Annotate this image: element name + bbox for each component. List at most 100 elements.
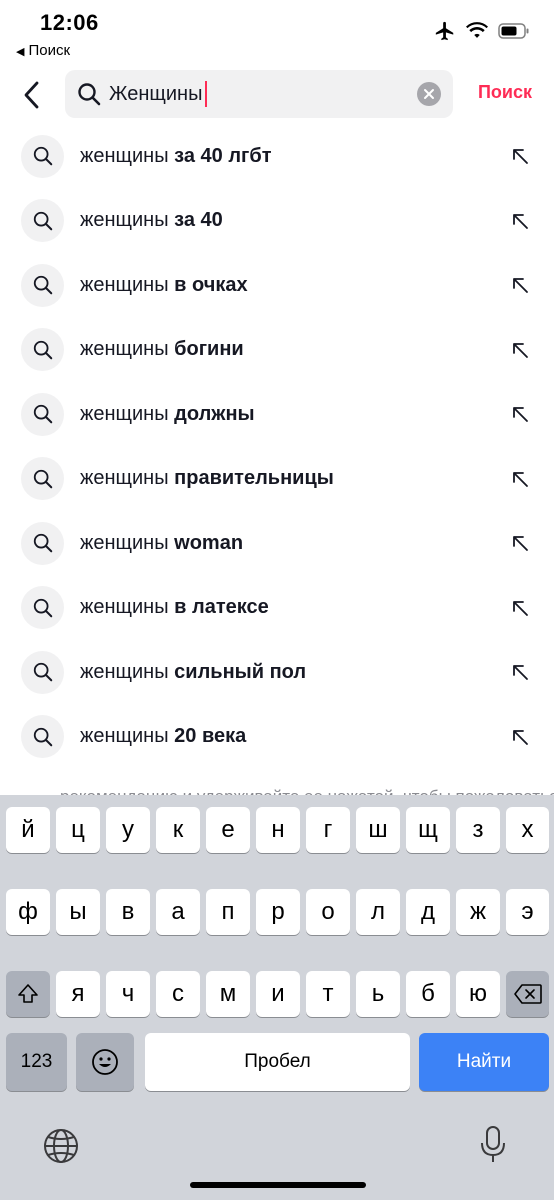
key[interactable]: и [256,971,300,1017]
key[interactable]: ч [106,971,150,1017]
suggestion-item[interactable]: женщины woman [0,511,554,576]
fill-query-arrow-icon[interactable] [508,209,532,233]
search-field[interactable]: Женщины [65,70,453,118]
wifi-icon [466,22,488,45]
search-header: Женщины Поиск [0,66,554,124]
suggestion-completion: богини [174,338,244,361]
key[interactable]: р [256,889,300,935]
suggestion-completion: сильный пол [174,660,307,683]
key[interactable]: о [306,889,350,935]
globe-icon[interactable] [42,1127,80,1170]
suggestion-item[interactable]: женщины сильный пол [0,640,554,705]
key[interactable]: з [456,807,500,853]
fill-query-arrow-icon[interactable] [508,596,532,620]
battery-icon [498,23,530,44]
close-icon [424,89,434,99]
fill-query-arrow-icon[interactable] [508,273,532,297]
numbers-key[interactable]: 123 [6,1033,67,1091]
suggestion-text: женщины за 40 [80,209,223,232]
key[interactable]: я [56,971,100,1017]
fill-query-arrow-icon[interactable] [508,725,532,749]
emoji-key[interactable] [76,1033,134,1091]
back-button[interactable] [14,76,50,114]
search-submit-button[interactable]: Поиск [478,82,532,103]
suggestion-text: женщины богини [80,338,244,361]
keyboard-bottom-bar [0,1125,554,1175]
search-icon [21,715,64,759]
key[interactable]: э [506,889,549,935]
clear-search-button[interactable] [417,82,441,106]
suggestion-item[interactable]: женщины богини [0,318,554,383]
suggestion-prefix: женщины [80,338,169,361]
key[interactable]: ы [56,889,100,935]
suggestion-list: женщины за 40 лгбт женщины за 40 женщины… [0,124,554,769]
key[interactable]: й [6,807,50,853]
search-input[interactable]: Женщины [109,78,208,110]
suggestion-item[interactable]: женщины в латексе [0,576,554,641]
key[interactable]: в [106,889,150,935]
key[interactable]: ц [56,807,100,853]
suggestion-completion: woman [174,531,244,554]
fill-query-arrow-icon[interactable] [508,660,532,684]
search-icon [21,650,64,694]
suggestion-completion: в очках [174,273,248,296]
key[interactable]: а [156,889,200,935]
key[interactable]: ю [456,971,500,1017]
suggestion-text: женщины за 40 лгбт [80,145,272,168]
home-indicator[interactable] [190,1182,366,1188]
key[interactable]: т [306,971,350,1017]
key[interactable]: д [406,889,450,935]
suggestion-completion: 20 века [174,725,247,748]
search-icon [21,521,64,565]
key[interactable]: ь [356,971,400,1017]
fill-query-arrow-icon[interactable] [508,338,532,362]
key[interactable]: у [106,807,150,853]
suggestion-prefix: женщины [80,273,169,296]
fill-query-arrow-icon[interactable] [508,467,532,491]
key[interactable]: х [506,807,549,853]
keyboard-row-1: й ц у к е н г ш щ з х [0,807,554,853]
key[interactable]: г [306,807,350,853]
search-icon [21,328,64,372]
suggestion-item[interactable]: женщины правительницы [0,447,554,512]
fill-query-arrow-icon[interactable] [508,402,532,426]
key[interactable]: ш [356,807,400,853]
key[interactable]: е [206,807,250,853]
key[interactable]: л [356,889,400,935]
backspace-key[interactable] [506,971,549,1017]
search-icon [21,134,64,178]
shift-key[interactable] [6,971,50,1017]
suggestion-item[interactable]: женщины должны [0,382,554,447]
key[interactable]: м [206,971,250,1017]
search-icon [21,263,64,307]
keyboard: й ц у к е н г ш щ з х ф ы в а п р о л д … [0,795,554,1200]
airplane-icon [434,20,456,47]
fill-query-arrow-icon[interactable] [508,531,532,555]
suggestion-text: женщины правительницы [80,467,334,490]
microphone-icon[interactable] [480,1125,506,1170]
suggestion-item[interactable]: женщины 20 века [0,705,554,770]
suggestion-text: женщины должны [80,403,255,426]
space-key[interactable]: Пробел [145,1033,410,1091]
status-back-link[interactable]: ◀ Поиск [16,42,70,59]
search-icon [21,457,64,501]
back-triangle-icon: ◀ [16,46,25,58]
suggestion-item[interactable]: женщины за 40 [0,189,554,254]
suggestion-completion: за 40 лгбт [174,144,272,167]
key[interactable]: п [206,889,250,935]
key[interactable]: б [406,971,450,1017]
key[interactable]: ж [456,889,500,935]
keyboard-row-3: я ч с м и т ь б ю [0,971,554,1017]
search-action-key[interactable]: Найти [419,1033,549,1091]
key[interactable]: щ [406,807,450,853]
suggestion-item[interactable]: женщины за 40 лгбт [0,124,554,189]
key[interactable]: н [256,807,300,853]
key[interactable]: к [156,807,200,853]
status-time: 12:06 [40,10,99,35]
key[interactable]: с [156,971,200,1017]
suggestion-prefix: женщины [80,660,169,683]
suggestion-item[interactable]: женщины в очках [0,253,554,318]
fill-query-arrow-icon[interactable] [508,144,532,168]
keyboard-row-4: 123 Пробел Найти [0,1033,554,1091]
key[interactable]: ф [6,889,50,935]
